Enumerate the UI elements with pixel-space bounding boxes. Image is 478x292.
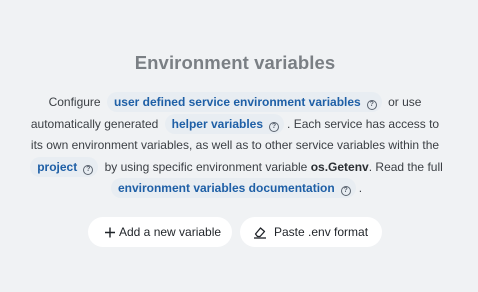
link-label: helper variables: [171, 116, 264, 131]
add-variable-label: Add a new variable: [119, 225, 222, 239]
code-snippet: os.Getenv: [310, 159, 369, 174]
documentation-link[interactable]: environment variables documentation?: [110, 178, 356, 198]
action-buttons: Add a new variable Paste .env format: [88, 217, 382, 247]
link-label: user defined service environment variabl…: [113, 95, 361, 109]
paste-env-label: Paste .env format: [274, 225, 369, 239]
helper-variables-link[interactable]: helper variables?: [164, 113, 285, 134]
description-text: Configure: [48, 95, 101, 109]
link-label: project: [37, 159, 78, 174]
user-defined-variables-link[interactable]: user defined service environment variabl…: [106, 92, 382, 112]
page-title: Environment variables: [134, 52, 336, 73]
help-icon: ?: [340, 186, 351, 196]
link-label: environment variables documentation: [117, 181, 335, 195]
paste-env-button[interactable]: Paste .env format: [240, 217, 382, 247]
help-icon: ?: [269, 121, 280, 132]
environment-variables-empty-state: Environment variables Configure user def…: [0, 0, 478, 292]
eraser-icon: [253, 225, 267, 239]
description-text: . Read the full: [368, 159, 443, 174]
description: Configure user defined service environme…: [26, 92, 444, 200]
help-icon: ?: [366, 100, 377, 110]
add-variable-button[interactable]: Add a new variable: [88, 217, 232, 247]
description-text: .: [358, 181, 363, 195]
help-icon: ?: [83, 164, 94, 175]
description-text: by using specific environment variable: [104, 159, 308, 174]
project-link[interactable]: project?: [30, 156, 99, 177]
plus-icon: [103, 225, 117, 239]
